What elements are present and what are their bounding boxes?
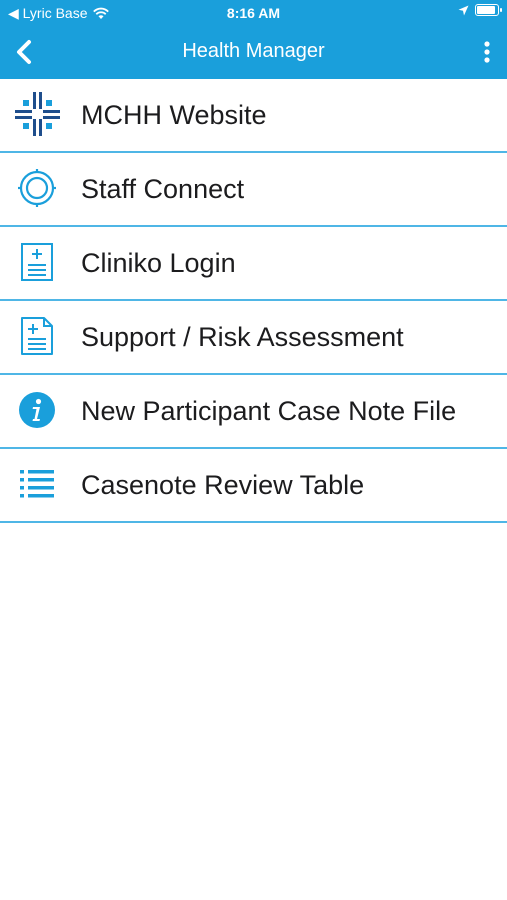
document-plus-icon: [12, 311, 62, 361]
list-icon: [12, 459, 62, 509]
top-bar: ◀ Lyric Base 8:16 AM Health Manager: [0, 0, 507, 79]
status-time: 8:16 AM: [226, 5, 281, 21]
menu-item-label: Staff Connect: [81, 174, 245, 204]
menu-item-new-participant-case-note-file[interactable]: New Participant Case Note File: [0, 375, 507, 449]
document-plus-icon: [12, 237, 62, 287]
status-bar: ◀ Lyric Base 8:16 AM: [0, 0, 507, 28]
menu-list: MCHH Website Staff Connect Cliniko Login…: [0, 79, 507, 523]
menu-item-label: New Participant Case Note File: [81, 396, 457, 426]
menu-item-label: Support / Risk Assessment: [81, 322, 404, 352]
location-arrow-icon: [458, 5, 469, 15]
menu-item-label: Casenote Review Table: [81, 470, 365, 500]
menu-item-label: Cliniko Login: [81, 248, 236, 278]
status-right: [458, 4, 502, 16]
more-options-button[interactable]: [481, 38, 493, 66]
menu-item-casenote-review-table[interactable]: Casenote Review Table: [0, 449, 507, 523]
menu-item-cliniko-login[interactable]: Cliniko Login: [0, 227, 507, 301]
nav-bar: Health Manager: [0, 30, 507, 76]
page-title: Health Manager: [182, 40, 325, 62]
more-vertical-icon: [484, 41, 490, 63]
info-icon: [12, 385, 62, 435]
menu-item-staff-connect[interactable]: Staff Connect: [0, 153, 507, 227]
menu-item-mchh-website[interactable]: MCHH Website: [0, 79, 507, 153]
mchh-logo-icon: [12, 89, 62, 139]
battery-icon: [475, 4, 502, 16]
target-circle-icon: [12, 163, 62, 213]
menu-item-support-risk-assessment[interactable]: Support / Risk Assessment: [0, 301, 507, 375]
menu-item-label: MCHH Website: [81, 100, 267, 130]
